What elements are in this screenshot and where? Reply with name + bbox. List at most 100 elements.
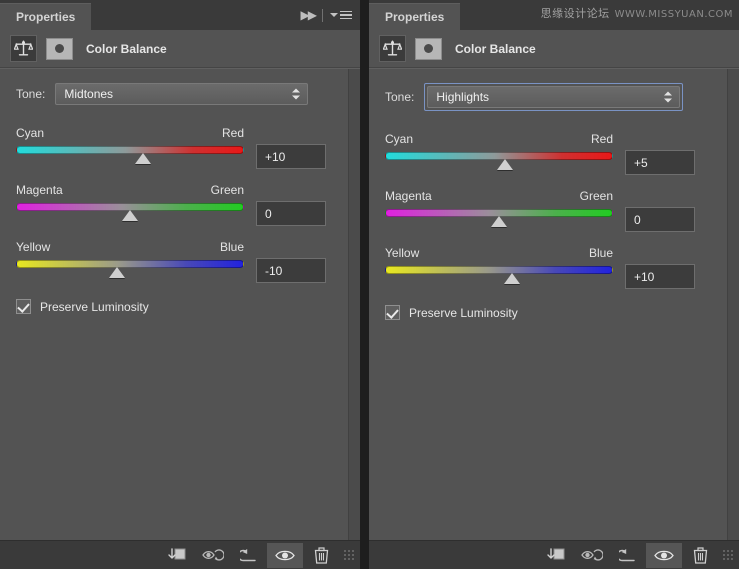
panel-tab-bar: Properties 思缘设计论坛 WWW.MISSYUAN.COM bbox=[369, 0, 739, 30]
panel-tab-bar: Properties ▶▶ bbox=[0, 0, 360, 30]
toggle-visibility-icon[interactable] bbox=[646, 542, 682, 568]
slider-handle-yellow-blue[interactable] bbox=[503, 273, 520, 284]
slider-right-label: Red bbox=[590, 132, 613, 146]
toggle-visibility-icon[interactable] bbox=[267, 542, 303, 568]
view-previous-state-icon[interactable] bbox=[574, 543, 610, 568]
slider-main-cyan-red: Cyan Red bbox=[16, 126, 244, 166]
layer-mask-thumbnail[interactable] bbox=[46, 37, 73, 60]
slider-end-labels: Cyan Red bbox=[16, 126, 244, 140]
panel-content: Tone: Highlights Cyan Red +5 Magenta Green 0 Yel… bbox=[369, 83, 739, 320]
slider-end-labels: Magenta Green bbox=[16, 183, 244, 197]
tone-label: Tone: bbox=[385, 90, 415, 104]
balance-scale-icon bbox=[379, 35, 406, 62]
slider-handle-yellow-blue[interactable] bbox=[109, 267, 126, 278]
slider-left-label: Yellow bbox=[16, 240, 51, 254]
slider-value-input-yellow-blue[interactable]: +10 bbox=[625, 264, 695, 289]
slider-track-wrap[interactable] bbox=[385, 209, 613, 229]
slider-main-cyan-red: Cyan Red bbox=[385, 132, 613, 172]
tone-select[interactable]: Highlights bbox=[427, 86, 681, 108]
panel-footer-toolbar bbox=[0, 540, 360, 569]
slider-right-label: Blue bbox=[219, 240, 244, 254]
clip-to-layer-icon[interactable] bbox=[538, 543, 574, 568]
slider-main-yellow-blue: Yellow Blue bbox=[16, 240, 244, 280]
tone-row: Tone: Highlights bbox=[385, 83, 725, 111]
tool-divider bbox=[322, 8, 323, 22]
panel-tool-group: ▶▶ bbox=[301, 0, 360, 30]
slider-handle-cyan-red[interactable] bbox=[496, 159, 513, 170]
slider-block-cyan-red: Cyan Red +10 bbox=[16, 126, 346, 169]
tab-properties[interactable]: Properties bbox=[369, 3, 461, 30]
tone-select-wrapper: Midtones bbox=[55, 83, 309, 105]
reset-icon[interactable] bbox=[231, 543, 267, 568]
slider-value-input-cyan-red[interactable]: +5 bbox=[625, 150, 695, 175]
resize-grip[interactable] bbox=[722, 548, 735, 562]
slider-track-wrap[interactable] bbox=[385, 152, 613, 172]
panel-menu-icon[interactable] bbox=[330, 10, 352, 20]
double-chevron-right-icon[interactable]: ▶▶ bbox=[301, 8, 318, 22]
slider-track-yellow-blue[interactable] bbox=[385, 266, 613, 274]
clip-to-layer-icon[interactable] bbox=[159, 543, 195, 568]
slider-track-cyan-red[interactable] bbox=[16, 146, 244, 154]
slider-main-magenta-green: Magenta Green bbox=[16, 183, 244, 223]
tone-select-value: Highlights bbox=[436, 90, 490, 104]
slider-block-magenta-green: Magenta Green 0 bbox=[16, 183, 346, 226]
slider-block-yellow-blue: Yellow Blue -10 bbox=[16, 240, 346, 283]
slider-right-label: Green bbox=[579, 189, 613, 203]
slider-right-label: Green bbox=[210, 183, 244, 197]
slider-handle-magenta-green[interactable] bbox=[122, 210, 138, 221]
slider-left-label: Magenta bbox=[16, 183, 63, 197]
slider-track-yellow-blue[interactable] bbox=[16, 260, 244, 268]
slider-handle-magenta-green[interactable] bbox=[491, 216, 507, 227]
tab-properties[interactable]: Properties bbox=[0, 3, 92, 30]
preserve-luminosity-checkbox[interactable] bbox=[385, 305, 400, 320]
panel-footer-toolbar bbox=[369, 540, 739, 569]
slider-track-wrap[interactable] bbox=[16, 260, 244, 280]
properties-panel-left: Properties ▶▶ Color Balance Tone: Midtones Cy… bbox=[0, 0, 360, 569]
view-previous-state-icon[interactable] bbox=[195, 543, 231, 568]
photoshop-properties-panels: Properties ▶▶ Color Balance Tone: Midtones Cy… bbox=[0, 0, 739, 569]
slider-left-label: Cyan bbox=[385, 132, 414, 146]
slider-value-input-magenta-green[interactable]: 0 bbox=[256, 201, 326, 226]
panel-divider bbox=[360, 0, 369, 569]
panel-content: Tone: Midtones Cyan Red +10 Magenta Green 0 Yell… bbox=[0, 83, 360, 314]
resize-grip[interactable] bbox=[343, 548, 356, 562]
preserve-luminosity-checkbox[interactable] bbox=[16, 299, 31, 314]
adjustment-header: Color Balance bbox=[0, 30, 360, 68]
slider-track-wrap[interactable] bbox=[16, 203, 244, 223]
preserve-luminosity-label: Preserve Luminosity bbox=[40, 299, 149, 314]
tone-row: Tone: Midtones bbox=[16, 83, 346, 105]
stepper-arrows-icon[interactable] bbox=[664, 91, 673, 103]
preserve-luminosity-row[interactable]: Preserve Luminosity bbox=[16, 299, 346, 314]
balance-scale-icon bbox=[10, 35, 37, 62]
slider-block-magenta-green: Magenta Green 0 bbox=[385, 189, 725, 232]
stepper-arrows-icon[interactable] bbox=[292, 88, 301, 100]
delete-icon[interactable] bbox=[303, 543, 339, 568]
panel-scrollbar[interactable] bbox=[348, 69, 360, 540]
tone-label: Tone: bbox=[16, 87, 46, 101]
slider-block-cyan-red: Cyan Red +5 bbox=[385, 132, 725, 175]
slider-track-wrap[interactable] bbox=[16, 146, 244, 166]
slider-end-labels: Magenta Green bbox=[385, 189, 613, 203]
preserve-luminosity-label: Preserve Luminosity bbox=[409, 305, 518, 320]
slider-right-label: Red bbox=[221, 126, 244, 140]
layer-mask-thumbnail[interactable] bbox=[415, 37, 442, 60]
slider-main-yellow-blue: Yellow Blue bbox=[385, 246, 613, 286]
slider-left-label: Cyan bbox=[16, 126, 45, 140]
slider-handle-cyan-red[interactable] bbox=[134, 153, 151, 164]
slider-track-wrap[interactable] bbox=[385, 266, 613, 286]
panel-body: Tone: Midtones Cyan Red +10 Magenta Green 0 Yell… bbox=[0, 68, 360, 540]
reset-icon[interactable] bbox=[610, 543, 646, 568]
delete-icon[interactable] bbox=[682, 543, 718, 568]
slider-value-input-cyan-red[interactable]: +10 bbox=[256, 144, 326, 169]
properties-panel-right: Properties 思缘设计论坛 WWW.MISSYUAN.COM Color Ba… bbox=[369, 0, 739, 569]
slider-end-labels: Yellow Blue bbox=[16, 240, 244, 254]
adjustment-title: Color Balance bbox=[455, 41, 536, 56]
slider-value-input-magenta-green[interactable]: 0 bbox=[625, 207, 695, 232]
adjustment-header: Color Balance bbox=[369, 30, 739, 68]
tone-select[interactable]: Midtones bbox=[55, 83, 309, 105]
preserve-luminosity-row[interactable]: Preserve Luminosity bbox=[385, 305, 725, 320]
panel-scrollbar[interactable] bbox=[727, 69, 739, 540]
tone-select-value: Midtones bbox=[64, 87, 114, 101]
watermark-site-name: 思缘设计论坛 bbox=[540, 7, 610, 20]
slider-value-input-yellow-blue[interactable]: -10 bbox=[256, 258, 326, 283]
